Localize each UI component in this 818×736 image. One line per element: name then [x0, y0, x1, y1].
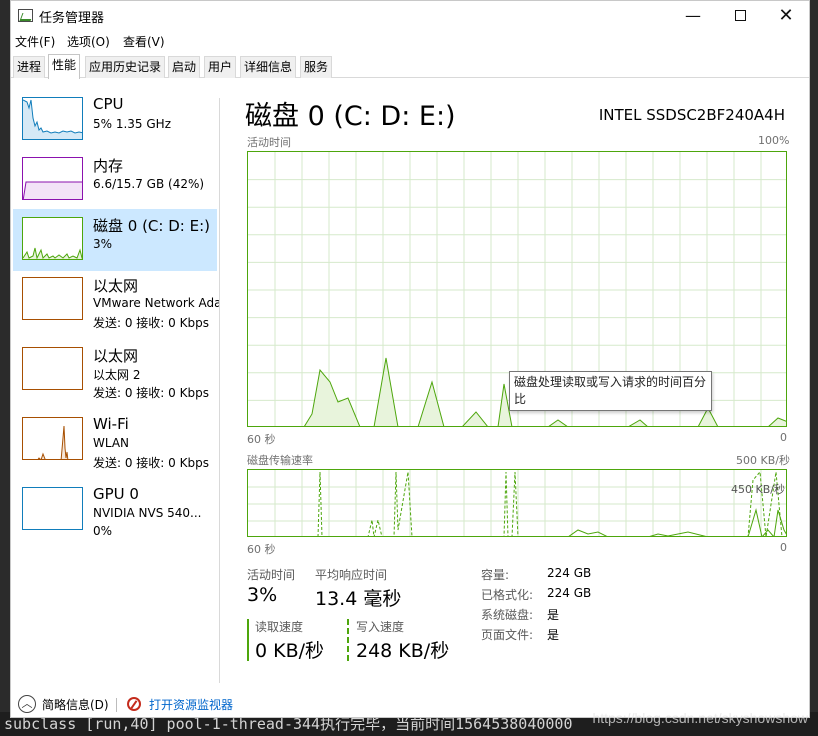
perf-item-cpu[interactable]: CPU 5% 1.35 GHz [13, 89, 217, 151]
tab-strip: 进程 性能 应用历史记录 启动 用户 详细信息 服务 [11, 54, 809, 79]
formatted-label: 已格式化: [481, 588, 534, 602]
perf-item-disk[interactable]: 磁盘 0 (C: D: E:) 3% [13, 209, 217, 271]
read-speed-value: 0 KB/秒 [255, 640, 325, 662]
capacity-value: 224 GB [547, 566, 592, 580]
active-time-value: 3% [247, 584, 278, 606]
tab-users[interactable]: 用户 [204, 56, 237, 78]
page-file-label: 页面文件: [481, 628, 534, 642]
transfer-graph-time: 60 秒 [247, 543, 276, 556]
perf-item-gpu[interactable]: GPU 0 NVIDIA NVS 540... 0% [13, 479, 217, 541]
disk-model: INTEL SSDSC2BF240A4H [598, 106, 785, 124]
perf-item-ethernet-vmware[interactable]: 以太网 VMware Network Adapt 发送: 0 接收: 0 Kbp… [13, 269, 219, 331]
disk-title: 磁盘 0 (C: D: E:) [245, 101, 456, 132]
gpu-thumbnail-graph [22, 487, 83, 530]
system-disk-value: 是 [547, 608, 560, 622]
menu-bar: 文件(F) 选项(O) 查看(V) [11, 31, 809, 51]
disk-thumbnail-graph [22, 217, 83, 260]
read-speed-label: 读取速度 [255, 620, 304, 634]
perf-item-utilization: 0% [93, 524, 113, 538]
avg-response-value: 13.4 毫秒 [315, 588, 402, 610]
background-terminal-right [810, 0, 818, 736]
read-speed-indicator [247, 619, 249, 661]
watermark: https://blog.csdn.net/skyshowshow [592, 710, 808, 726]
perf-item-ethernet-2[interactable]: 以太网 以太网 2 发送: 0 接收: 0 Kbps [13, 339, 217, 401]
menu-options[interactable]: 选项(O) [67, 33, 110, 50]
write-speed-value: 248 KB/秒 [356, 640, 450, 662]
activity-tooltip: 磁盘处理读取或写入请求的时间百分比 [509, 371, 712, 411]
transfer-graph-min: 0 [780, 541, 787, 554]
perf-item-detail: 6.6/15.7 GB (42%) [93, 177, 205, 191]
capacity-label: 容量: [481, 568, 510, 582]
title-bar[interactable]: 任务管理器 — ✕ [11, 1, 809, 31]
ethernet-thumbnail-graph [22, 347, 83, 390]
transfer-graph-max: 500 KB/秒 [736, 454, 790, 467]
perf-item-wifi[interactable]: Wi-Fi WLAN 发送: 0 接收: 0 Kbps [13, 409, 217, 471]
task-manager-app-icon [18, 9, 33, 22]
background-terminal-left [0, 0, 10, 736]
tab-details[interactable]: 详细信息 [240, 56, 297, 78]
transfer-graph-inner-scale: 450 KB/秒 [731, 483, 785, 496]
menu-file[interactable]: 文件(F) [15, 33, 55, 50]
tab-app-history[interactable]: 应用历史记录 [85, 56, 166, 78]
perf-item-throughput: 发送: 0 接收: 0 Kbps [93, 456, 209, 470]
perf-item-name: 磁盘 0 (C: D: E:) [93, 217, 210, 235]
perf-item-detail: NVIDIA NVS 540... [93, 506, 202, 520]
transfer-graph-label: 磁盘传输速率 [247, 454, 313, 467]
perf-item-throughput: 发送: 0 接收: 0 Kbps [93, 316, 209, 330]
perf-item-detail: WLAN [93, 436, 130, 450]
write-speed-indicator [347, 619, 349, 661]
tab-services[interactable]: 服务 [300, 56, 333, 78]
system-disk-label: 系统磁盘: [481, 608, 534, 622]
activity-graph-time: 60 秒 [247, 433, 276, 446]
minimize-button[interactable]: — [670, 1, 716, 31]
perf-item-detail: 3% [93, 237, 113, 251]
perf-item-name: Wi-Fi [93, 415, 129, 433]
perf-item-throughput: 发送: 0 接收: 0 Kbps [93, 386, 209, 400]
activity-graph-max: 100% [758, 134, 790, 147]
wifi-thumbnail-graph [22, 417, 83, 460]
perf-item-memory[interactable]: 内存 6.6/15.7 GB (42%) [13, 149, 217, 211]
perf-item-detail: 5% 1.35 GHz [93, 117, 172, 131]
active-time-label: 活动时间 [247, 568, 296, 582]
open-resource-monitor-link[interactable]: 打开资源监视器 [149, 696, 233, 713]
tab-performance[interactable]: 性能 [48, 54, 81, 79]
footer-divider [116, 698, 117, 712]
menu-view[interactable]: 查看(V) [123, 33, 165, 50]
close-button[interactable]: ✕ [763, 1, 809, 31]
perf-item-name: 内存 [93, 157, 124, 175]
maximize-icon [734, 10, 746, 21]
perf-item-name: CPU [93, 95, 124, 113]
maximize-button[interactable] [717, 1, 763, 31]
formatted-value: 224 GB [547, 586, 592, 600]
sidebar-divider [219, 98, 220, 683]
avg-response-label: 平均响应时间 [315, 568, 388, 582]
task-manager-window: 任务管理器 — ✕ 文件(F) 选项(O) 查看(V) 进程 性能 应用历史记录… [10, 0, 810, 718]
ethernet-thumbnail-graph [22, 277, 83, 320]
resource-monitor-icon[interactable] [127, 697, 141, 711]
write-speed-label: 写入速度 [356, 620, 405, 634]
performance-sidebar: CPU 5% 1.35 GHz 内存 6.6/15.7 GB (42%) 磁盘 … [11, 79, 221, 679]
perf-item-detail: 以太网 2 [93, 368, 141, 382]
page-file-value: 是 [547, 628, 560, 642]
memory-thumbnail-graph [22, 157, 83, 200]
cpu-thumbnail-graph [22, 97, 83, 140]
transfer-rate-graph [247, 469, 787, 537]
window-title: 任务管理器 [39, 11, 105, 26]
activity-graph-min: 0 [780, 431, 787, 444]
perf-item-name: 以太网 [93, 347, 139, 365]
tab-startup[interactable]: 启动 [168, 56, 201, 78]
chevron-up-icon[interactable]: ︿ [18, 695, 36, 713]
perf-item-name: GPU 0 [93, 485, 139, 503]
activity-graph-label: 活动时间 [247, 136, 291, 149]
fewer-details-link[interactable]: 简略信息(D) [42, 696, 109, 713]
perf-item-name: 以太网 [93, 277, 139, 295]
perf-item-detail: VMware Network Adapt [93, 296, 219, 310]
tab-processes[interactable]: 进程 [13, 56, 46, 78]
